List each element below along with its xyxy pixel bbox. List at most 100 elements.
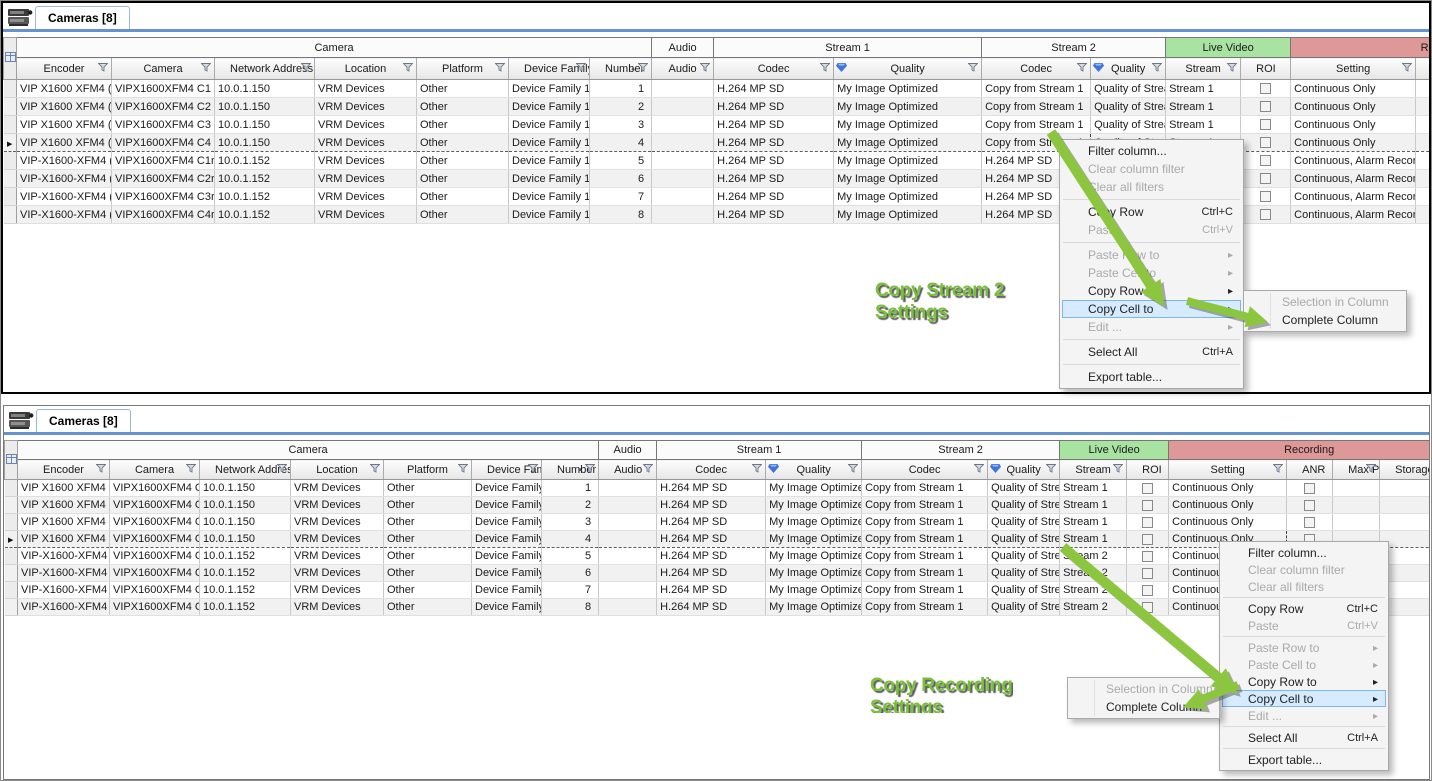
cell-roi[interactable] — [1127, 548, 1169, 565]
cell-quality[interactable]: Quality of Strea — [988, 514, 1060, 531]
cell-device-family[interactable]: Device Family 1 — [509, 152, 590, 170]
cell-roi[interactable] — [1241, 80, 1291, 98]
filter-funnel-icon[interactable] — [968, 63, 978, 75]
filter-funnel-icon[interactable] — [370, 464, 380, 476]
cell-location[interactable]: VRM Devices — [291, 480, 384, 497]
cell-quality[interactable]: My Image Optimized — [766, 531, 862, 548]
cell-codec[interactable]: Copy from Stream 1 — [862, 582, 988, 599]
cell-quality[interactable]: My Image Optimized — [834, 206, 982, 224]
cell-camera[interactable]: VIPX1600XFM4 C2r — [112, 170, 215, 188]
menu-item-select-all[interactable]: Select AllCtrl+A — [1062, 343, 1241, 361]
checkbox-unchecked[interactable] — [1260, 191, 1271, 202]
checkbox-unchecked[interactable] — [1260, 173, 1271, 184]
cell-audio[interactable] — [599, 548, 657, 565]
cell-quality[interactable]: Quality of Strea — [988, 497, 1060, 514]
cell-location[interactable]: VRM Devices — [315, 80, 417, 98]
cell-setting[interactable]: Continuous Only — [1291, 98, 1416, 116]
cell-codec[interactable]: Copy from Stream 1 — [862, 531, 988, 548]
cell-roi[interactable] — [1241, 188, 1291, 206]
cell-number[interactable]: 2 — [590, 98, 652, 116]
cell-codec[interactable]: H.264 MP SD — [657, 497, 766, 514]
filter-funnel-icon[interactable] — [1366, 464, 1376, 476]
checkbox-unchecked[interactable] — [1304, 483, 1315, 494]
cell-codec[interactable]: H.264 MP SD — [714, 152, 834, 170]
column-header-camera[interactable]: Camera — [112, 58, 215, 80]
column-header-network-address[interactable]: Network Address — [200, 460, 291, 480]
filter-funnel-icon[interactable] — [98, 63, 108, 75]
column-header-anr[interactable]: ANR — [1287, 460, 1333, 480]
column-header-audio[interactable]: Audio — [599, 460, 657, 480]
cell-codec[interactable]: H.264 MP SD — [657, 480, 766, 497]
cell-anr[interactable] — [1416, 188, 1429, 206]
cell-setting[interactable]: Continuous Only — [1291, 134, 1416, 152]
cell-network-address[interactable]: 10.0.1.152 — [215, 170, 315, 188]
checkbox-unchecked[interactable] — [1142, 585, 1153, 596]
cell-device-family[interactable]: Device Family 1 — [509, 134, 590, 152]
cell-number[interactable]: 5 — [542, 548, 599, 565]
menu-item-copy-row[interactable]: Copy RowCtrl+C — [1062, 203, 1241, 221]
cell-roi[interactable] — [1241, 170, 1291, 188]
cell-codec[interactable]: H.264 MP SD — [714, 188, 834, 206]
cell-quality[interactable]: My Image Optimized — [766, 497, 862, 514]
cell-location[interactable]: VRM Devices — [315, 134, 417, 152]
cell-location[interactable]: VRM Devices — [315, 206, 417, 224]
cell-network-address[interactable]: 10.0.1.152 — [215, 188, 315, 206]
cell-number[interactable]: 7 — [590, 188, 652, 206]
checkbox-unchecked[interactable] — [1304, 500, 1315, 511]
cell-anr[interactable] — [1287, 497, 1333, 514]
cell-network-address[interactable]: 10.0.1.150 — [200, 531, 291, 548]
column-header-stream[interactable]: Stream — [1060, 460, 1127, 480]
row-selector[interactable] — [5, 497, 18, 514]
cell-platform[interactable]: Other — [417, 206, 509, 224]
cell-device-family[interactable]: Device Family 1 — [472, 497, 542, 514]
filter-funnel-icon[interactable] — [643, 464, 653, 476]
cell-device-family[interactable]: Device Family 1 — [509, 206, 590, 224]
cell-device-family[interactable]: Device Family 1 — [509, 80, 590, 98]
column-header-codec[interactable]: Codec — [714, 58, 834, 80]
filter-funnel-icon[interactable] — [638, 63, 648, 75]
cell-codec[interactable]: H.264 MP SD — [657, 514, 766, 531]
cell-device-family[interactable]: Device Family 1 — [472, 531, 542, 548]
cell-anr[interactable] — [1416, 170, 1429, 188]
cell-stream[interactable]: Stream 1 — [1060, 531, 1127, 548]
cell-setting[interactable]: Continuous Only — [1291, 116, 1416, 134]
cell-codec[interactable]: H.264 MP SD — [657, 582, 766, 599]
cell-quality[interactable]: My Image Optimized — [834, 170, 982, 188]
cell-quality[interactable]: My Image Optimized — [834, 116, 982, 134]
cell-location[interactable]: VRM Devices — [315, 170, 417, 188]
cell-audio[interactable] — [599, 480, 657, 497]
row-selector[interactable] — [5, 480, 18, 497]
cell-platform[interactable]: Other — [384, 582, 472, 599]
checkbox-unchecked[interactable] — [1260, 101, 1271, 112]
column-header-anr[interactable]: ANR — [1416, 58, 1429, 80]
cell-audio[interactable] — [599, 582, 657, 599]
cell-encoder[interactable]: VIP-X1600-XFM4 (10. — [17, 152, 112, 170]
cell-platform[interactable]: Other — [417, 134, 509, 152]
cell-device-family[interactable]: Device Family 1 — [509, 116, 590, 134]
cell-number[interactable]: 8 — [542, 599, 599, 616]
cell-audio[interactable] — [599, 531, 657, 548]
checkbox-unchecked[interactable] — [1142, 568, 1153, 579]
cell-encoder[interactable]: VIP X1600 XFM4 (10. — [18, 497, 110, 514]
select-all-gutter[interactable] — [4, 38, 17, 80]
row-selector[interactable] — [5, 582, 18, 599]
cell-quality[interactable]: Quality of Strea — [988, 531, 1060, 548]
cell-encoder[interactable]: VIP X1600 XFM4 (10. — [17, 116, 112, 134]
cell-camera[interactable]: VIPX1600XFM4 C1r — [110, 548, 200, 565]
cell-codec[interactable]: H.264 MP SD — [657, 531, 766, 548]
cell-roi[interactable] — [1127, 599, 1169, 616]
column-header-storage-min-ti[interactable]: Storage Min Ti — [1380, 460, 1429, 480]
column-header-location[interactable]: Location — [315, 58, 417, 80]
cell-codec[interactable]: H.264 MP SD — [657, 599, 766, 616]
cell-camera[interactable]: VIPX1600XFM4 C3r — [110, 582, 200, 599]
row-selector[interactable] — [4, 116, 17, 134]
cell-audio[interactable] — [652, 188, 714, 206]
cell-codec[interactable]: H.264 MP SD — [714, 98, 834, 116]
row-selector[interactable]: ▶ — [5, 531, 18, 548]
checkbox-unchecked[interactable] — [1142, 483, 1153, 494]
cell-network-address[interactable]: 10.0.1.152 — [200, 565, 291, 582]
filter-funnel-icon[interactable] — [1046, 464, 1056, 476]
cell-location[interactable]: VRM Devices — [315, 116, 417, 134]
cell-encoder[interactable]: VIP-X1600-XFM4 (10. — [17, 206, 112, 224]
cell-setting[interactable]: Continuous, Alarm Recordin — [1291, 188, 1416, 206]
